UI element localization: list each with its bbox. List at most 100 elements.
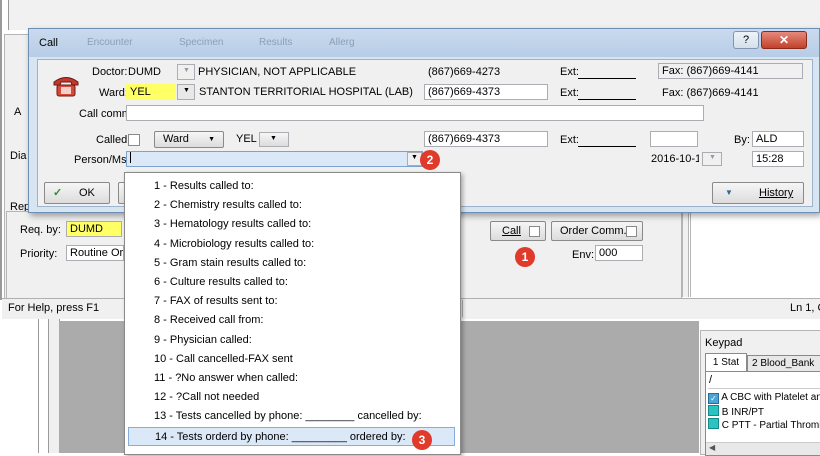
check-icon: ✓ — [708, 393, 719, 404]
checkmark-icon: ✓ — [53, 187, 63, 199]
help-button[interactable]: ? — [733, 31, 759, 49]
dropdown-option[interactable]: 14 - Tests orderd by phone: _________ or… — [128, 426, 455, 446]
doctor-fax: Fax: (867)669-4141 — [658, 63, 803, 79]
doctor-dropdown-button[interactable]: ▼ — [177, 64, 195, 80]
called-phone[interactable]: (867)669-4373 — [424, 131, 548, 147]
dropdown-option[interactable]: 2 - Chemistry results called to: — [128, 196, 455, 215]
dropdown-option[interactable]: 4 - Microbiology results called to: — [128, 235, 455, 254]
keypad-item-c[interactable]: C PTT - Partial Thromb — [708, 418, 820, 431]
order-comm-checkbox[interactable] — [626, 226, 637, 237]
ward-label: Ward: — [99, 87, 128, 99]
dropdown-option[interactable]: 1 - Results called to: — [128, 177, 455, 196]
date-dropdown-button[interactable]: ▼ — [702, 152, 722, 166]
keypad-title: Keypad — [705, 337, 743, 349]
order-comm-label: Order Comm. — [560, 225, 627, 237]
close-icon: ✕ — [778, 33, 790, 47]
bg-tab-allerg: Allerg — [329, 37, 355, 48]
called-type-dropdown[interactable]: Ward ▼ — [154, 131, 224, 148]
step-badge-3: 3 — [412, 430, 432, 450]
doctor-label: Doctor: — [92, 66, 128, 78]
chevron-down-icon: ▼ — [208, 136, 215, 143]
ward-ext-line — [578, 99, 636, 100]
background-toolbar — [8, 0, 820, 30]
unchecked-box-icon — [708, 418, 719, 429]
date-field[interactable]: 2016-10-19 — [650, 151, 700, 167]
dropdown-option[interactable]: 8 - Received call from: — [128, 311, 455, 330]
called-code: YEL — [236, 133, 257, 145]
step-badge-1: 1 — [515, 247, 535, 267]
order-comm-button[interactable]: Order Comm. — [551, 221, 643, 241]
window-edge — [0, 0, 2, 300]
dropdown-option[interactable]: 6 - Culture results called to: — [128, 273, 455, 292]
called-checkbox[interactable] — [128, 134, 140, 146]
step-badge-2: 2 — [420, 150, 440, 170]
called-ext-box[interactable] — [650, 131, 698, 147]
bg-tab-encounter: Encounter — [87, 37, 133, 48]
dropdown-option[interactable]: 3 - Hematology results called to: — [128, 215, 455, 234]
status-help: For Help, press F1 — [8, 302, 100, 314]
doctor-ext-label: Ext: — [560, 66, 579, 78]
dropdown-option[interactable]: 12 - ?Call not needed — [128, 388, 455, 407]
keypad-scrollbar[interactable]: ◀ — [706, 442, 820, 455]
ok-button[interactable]: ✓ OK — [44, 182, 110, 204]
chevron-down-icon: ▼ — [411, 154, 418, 161]
priority-field[interactable]: Routine Orde — [66, 245, 124, 261]
call-button[interactable]: Call — [490, 221, 546, 241]
dropdown-option[interactable]: 13 - Tests cancelled by phone: ________ … — [128, 407, 455, 426]
keypad-item-key: C — [721, 420, 730, 431]
bg-tab-specimen: Specimen — [179, 37, 224, 48]
keypad-item-label: CBC with Platelet an — [730, 392, 820, 403]
reqby-label: Req. by: — [20, 224, 61, 236]
env-field[interactable]: 000 — [595, 245, 643, 261]
bg-tab-results: Results — [259, 37, 293, 48]
person-msg-combobox[interactable] — [126, 151, 423, 167]
status-position: Ln 1, C — [790, 302, 820, 314]
keypad-tab-1[interactable]: 1 Stat — [705, 353, 747, 372]
chevron-down-icon: ▼ — [270, 135, 277, 142]
keypad-item-label: INR/PT — [731, 407, 765, 418]
reqby-field[interactable]: DUMD — [66, 221, 122, 237]
by-field[interactable]: ALD — [752, 131, 804, 147]
dropdown-option[interactable]: 11 - ?No answer when called: — [128, 369, 455, 388]
unchecked-box-icon — [708, 405, 719, 416]
keypad-list: / ✓ A CBC with Platelet an B INR/PT C PT… — [705, 371, 820, 456]
call-button-label: Call — [502, 225, 521, 237]
dialog-title: Call — [39, 37, 58, 49]
time-field[interactable]: 15:28 — [752, 151, 804, 167]
triangle-down-icon: ▼ — [725, 188, 733, 197]
dropdown-option[interactable]: 5 - Gram stain results called to: — [128, 254, 455, 273]
history-button[interactable]: ▼ History — [712, 182, 804, 204]
ok-label: OK — [79, 187, 95, 199]
call-checkbox[interactable] — [529, 226, 540, 237]
dropdown-option[interactable]: 9 - Physician called: — [128, 331, 455, 350]
chevron-down-icon: ▼ — [709, 154, 716, 161]
called-type-value: Ward — [163, 133, 189, 145]
ward-ext-label: Ext: — [560, 87, 579, 99]
keypad-item-b[interactable]: B INR/PT — [708, 405, 764, 418]
scroll-left-icon[interactable]: ◀ — [709, 443, 715, 452]
a-label: A — [14, 106, 22, 118]
chevron-down-icon: ▼ — [183, 67, 190, 74]
called-label: Called: — [96, 134, 131, 146]
keypad-item-a[interactable]: ✓ A CBC with Platelet an — [708, 392, 820, 404]
keypad-tab-2[interactable]: 2 Blood_Bank — [747, 355, 820, 372]
ward-phone[interactable]: (867)669-4373 — [424, 84, 548, 100]
dialog-titlebar: Call Encounter Specimen Results Allerg ?… — [29, 29, 819, 57]
text-cursor — [130, 152, 131, 163]
called-code-dropdown[interactable]: ▼ — [259, 132, 289, 147]
keypad-filter: / — [709, 374, 713, 386]
close-button[interactable]: ✕ — [761, 31, 807, 49]
keypad-divider — [708, 388, 820, 389]
dropdown-option[interactable]: 10 - Call cancelled-FAX sent — [128, 350, 455, 369]
callcomm-field[interactable] — [126, 105, 704, 121]
splitter[interactable] — [682, 211, 689, 297]
person-msg-dropdown-list: 1 - Results called to: 2 - Chemistry resu… — [124, 172, 461, 455]
ward-code-field[interactable]: YEL — [126, 84, 176, 100]
dropdown-option[interactable]: 7 - FAX of results sent to: — [128, 292, 455, 311]
doctor-name: PHYSICIAN, NOT APPLICABLE — [198, 66, 357, 78]
keypad-item-key: B — [721, 407, 729, 418]
env-label: Env: — [572, 249, 595, 261]
right-panel — [690, 211, 820, 297]
priority-label: Priority: — [20, 248, 58, 260]
ward-dropdown-button[interactable]: ▼ — [177, 84, 195, 100]
